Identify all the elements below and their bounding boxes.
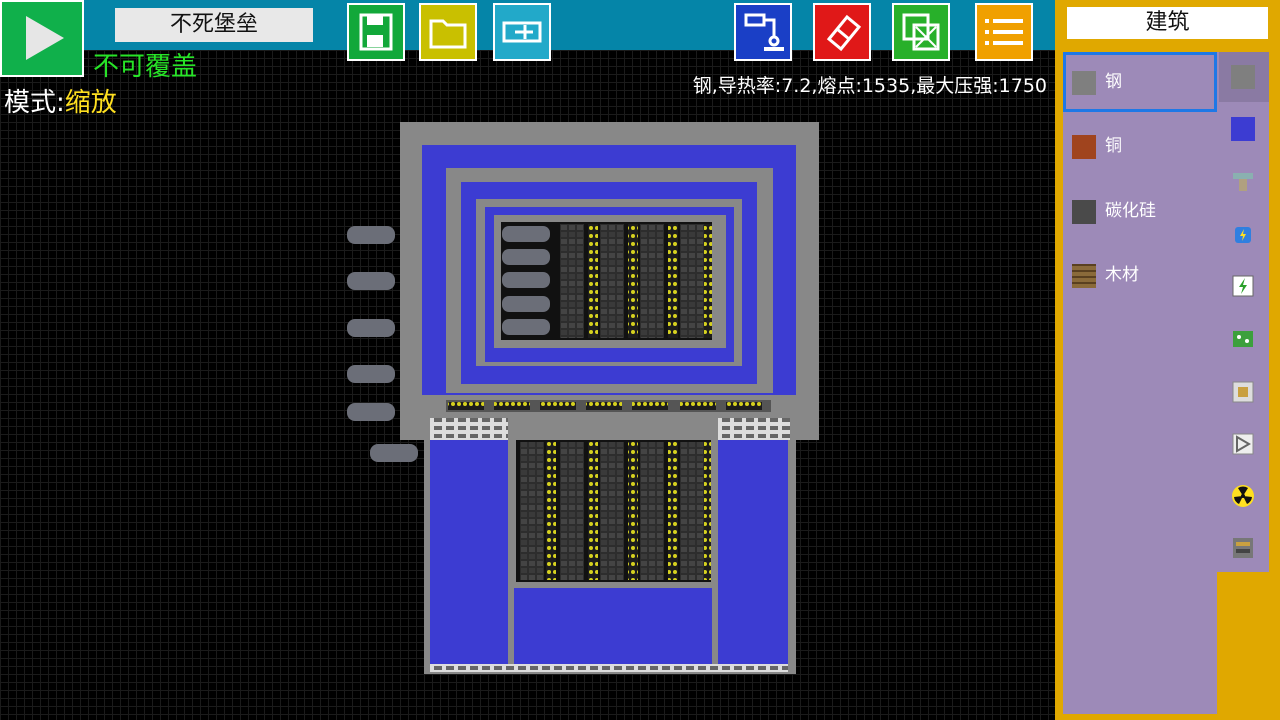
radiation-icon[interactable] [1231,484,1255,508]
play-icon [26,16,64,60]
robot-arm-icon [744,13,784,51]
pipe-category-icon[interactable] [1231,170,1255,194]
save-button[interactable] [347,3,405,61]
open-button[interactable] [419,3,477,61]
left-coolant-pool [430,440,508,668]
circuit-category-icon[interactable] [1231,327,1255,351]
right-coolant-pool [718,440,788,668]
silicon-carbide-swatch-icon [1072,200,1096,224]
material-item-steel[interactable]: 钢 [1063,52,1217,112]
game-canvas[interactable] [0,50,1055,720]
copy-button[interactable] [892,3,950,61]
edit-icon [502,21,542,43]
save-name-field[interactable]: 不死堡垒 [115,8,313,42]
robot-button[interactable] [734,3,792,61]
menu-button[interactable] [975,3,1033,61]
copper-swatch-icon [1072,135,1096,159]
eraser-icon [826,14,862,52]
material-item-wood[interactable]: 木材 [1063,245,1217,305]
mode-indicator: 模式:缩放 [4,86,117,120]
electric-category-icon[interactable] [1231,274,1255,298]
eraser-button[interactable] [813,3,871,61]
water-block-icon[interactable] [1231,117,1255,141]
material-list: 钢 铜 碳化硅 木材 [1063,52,1217,714]
logic-gate-icon[interactable] [1231,380,1255,404]
menu-icon [985,19,1023,45]
panel-title: 建筑 [1067,7,1268,39]
diode-icon[interactable] [1231,432,1255,456]
folder-icon [429,19,467,49]
overwrite-status: 不可覆盖 [93,52,198,82]
machine-category-icon[interactable] [1231,536,1255,560]
material-info: 钢,导热率:7.2,熔点:1535,最大压强:1750 [692,75,1047,97]
steel-swatch-icon [1072,71,1096,95]
edit-button[interactable] [493,3,551,61]
save-icon [359,13,393,51]
material-label: 木材 [1105,265,1139,285]
material-label: 铜 [1105,136,1122,156]
material-item-silicon-carbide[interactable]: 碳化硅 [1063,181,1217,241]
fortress-structure [347,122,819,674]
wood-swatch-icon [1072,264,1096,288]
wall-category-icon[interactable] [1231,65,1255,89]
material-item-copper[interactable]: 铜 [1063,116,1217,176]
material-label: 碳化硅 [1105,201,1156,221]
material-label: 钢 [1105,72,1122,92]
copy-icon [902,13,940,51]
mode-label: 模式: [4,88,65,118]
play-button[interactable] [0,0,84,77]
engine-category-icon[interactable] [1231,222,1255,246]
mode-value: 缩放 [64,88,117,118]
